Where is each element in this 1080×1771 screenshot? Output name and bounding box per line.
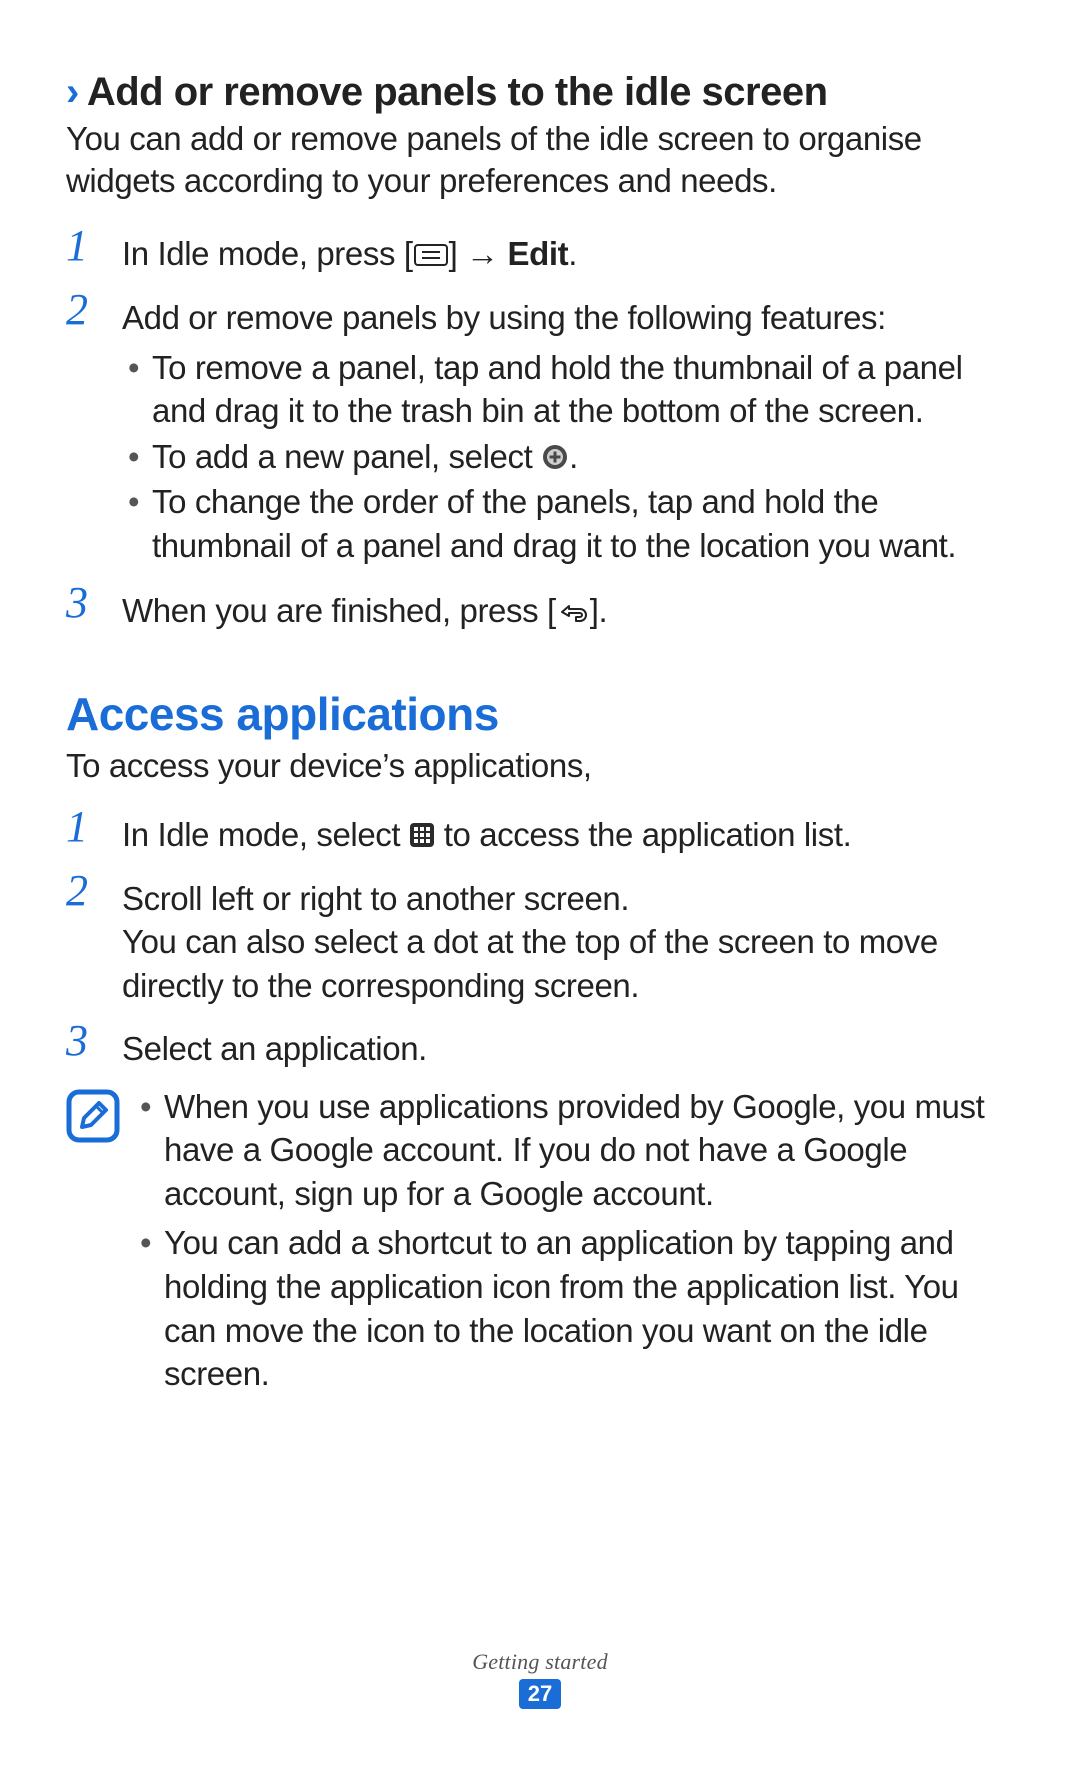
step-body: Scroll left or right to another screen. …	[122, 871, 1014, 1008]
step: 3 When you are finished, press [].	[66, 583, 1014, 633]
bullet-item: To change the order of the panels, tap a…	[122, 480, 1014, 567]
step: 1 In Idle mode, press [] → Edit.	[66, 226, 1014, 276]
chevron-right-icon: ›	[66, 68, 79, 116]
heading-text: Add or remove panels to the idle screen	[87, 68, 828, 116]
step: 3 Select an application.	[66, 1021, 1014, 1071]
note-pencil-icon	[66, 1089, 120, 1148]
section2-steps: 1 In Idle mode, select to access the app…	[66, 807, 1014, 1071]
note-list: When you use applications provided by Go…	[134, 1085, 1014, 1402]
section-heading-panels: › Add or remove panels to the idle scree…	[66, 68, 1014, 116]
step-number: 3	[66, 581, 122, 625]
step-body: When you are finished, press [].	[122, 583, 607, 633]
menu-key-icon	[413, 243, 449, 267]
note-item: When you use applications provided by Go…	[134, 1085, 1014, 1216]
section1-intro: You can add or remove panels of the idle…	[66, 118, 1014, 202]
note-block: When you use applications provided by Go…	[66, 1085, 1014, 1402]
step-number: 2	[66, 869, 122, 913]
back-key-icon	[556, 599, 590, 625]
note-item: You can add a shortcut to an application…	[134, 1221, 1014, 1395]
apps-grid-icon	[409, 822, 435, 848]
footer-chapter-label: Getting started	[0, 1649, 1080, 1675]
step-number: 2	[66, 288, 122, 332]
step: 2 Scroll left or right to another screen…	[66, 871, 1014, 1008]
step-body: In Idle mode, select to access the appli…	[122, 807, 851, 857]
step: 1 In Idle mode, select to access the app…	[66, 807, 1014, 857]
step: 2 Add or remove panels by using the foll…	[66, 290, 1014, 569]
manual-page: › Add or remove panels to the idle scree…	[0, 0, 1080, 1402]
plus-circle-icon	[541, 443, 569, 471]
bullet-item: To remove a panel, tap and hold the thum…	[122, 346, 1014, 433]
step2-bullets: To remove a panel, tap and hold the thum…	[122, 346, 1014, 568]
page-number-badge: 27	[519, 1679, 561, 1709]
page-footer: Getting started 27	[0, 1649, 1080, 1709]
step-number: 1	[66, 805, 122, 849]
step-number: 3	[66, 1019, 122, 1063]
bullet-item: To add a new panel, select .	[122, 435, 1014, 479]
heading-access-applications: Access applications	[66, 687, 1014, 741]
step-number: 1	[66, 224, 122, 268]
step-body: Add or remove panels by using the follow…	[122, 290, 1014, 569]
step-body: Select an application.	[122, 1021, 427, 1071]
section1-steps: 1 In Idle mode, press [] → Edit. 2 Add o…	[66, 226, 1014, 632]
step-body: In Idle mode, press [] → Edit.	[122, 226, 577, 276]
section2-intro: To access your device’s applications,	[66, 745, 1014, 787]
